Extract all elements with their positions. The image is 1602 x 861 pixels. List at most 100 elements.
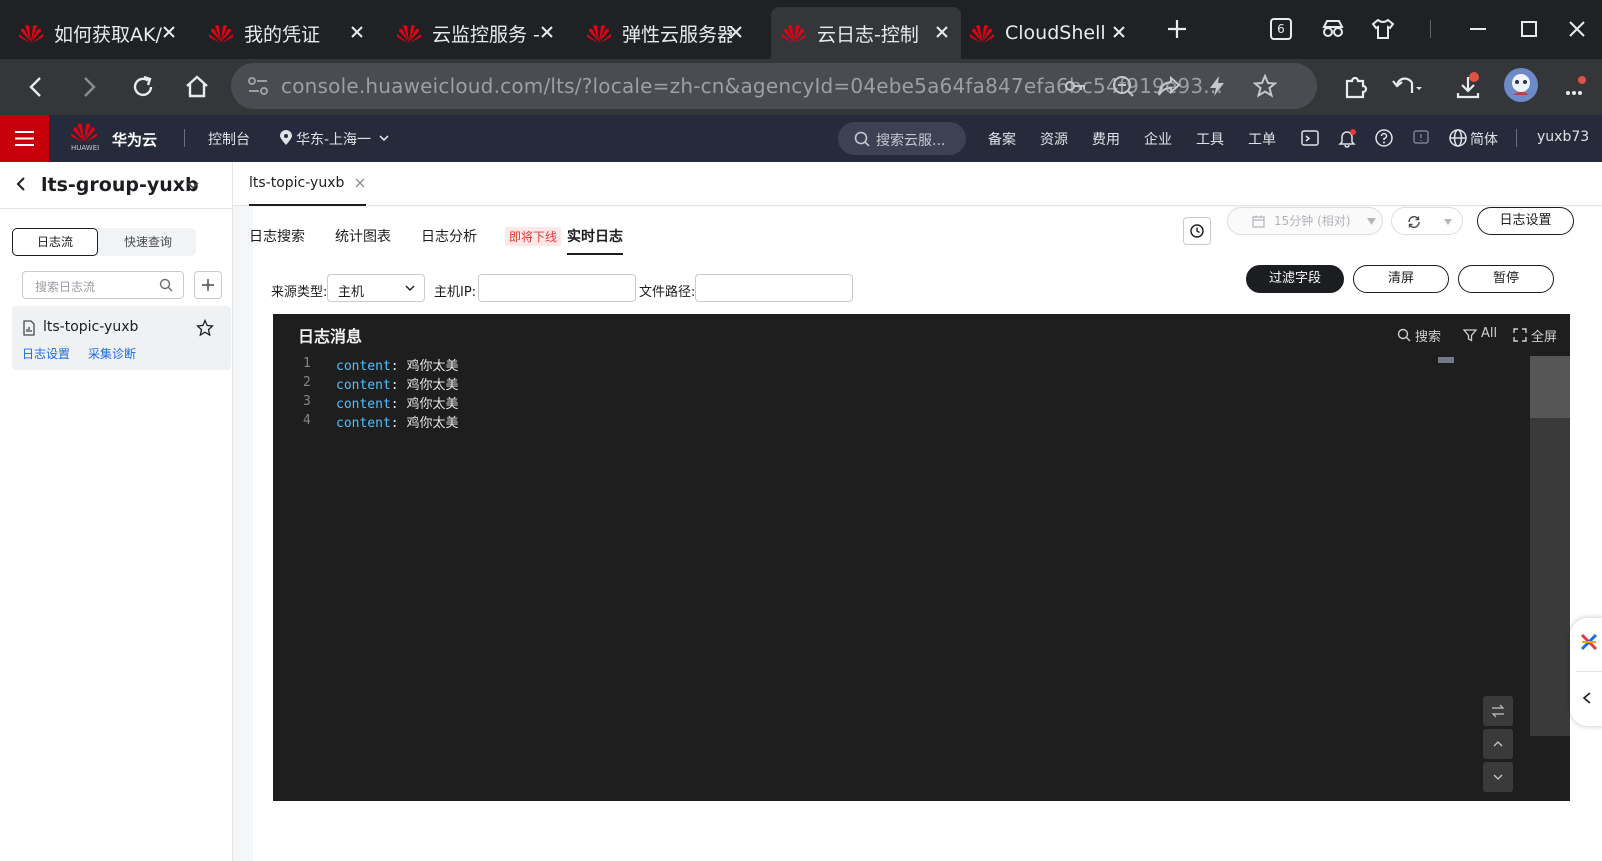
log-scrollbar[interactable]	[1530, 356, 1570, 736]
browser-tab-ecs[interactable]: 弹性云服务器	[568, 7, 757, 59]
back-chevron-icon[interactable]	[14, 174, 28, 194]
language-selector[interactable]: 简体	[1470, 129, 1498, 149]
log-search-action[interactable]: 搜索	[1415, 326, 1441, 345]
log-stream-search-input[interactable]: 搜索日志流	[22, 271, 184, 299]
brand-name[interactable]: 华为云	[112, 129, 157, 150]
console-search[interactable]: 搜索云服...	[838, 122, 966, 155]
browser-tab-cloudshell[interactable]: CloudShell	[961, 7, 1136, 59]
log-stream-item[interactable]: lts-topic-yuxb 日志设置 采集诊断	[12, 306, 231, 370]
username[interactable]: yuxb73	[1537, 129, 1589, 145]
tab-log-analysis[interactable]: 日志分析	[421, 226, 477, 246]
log-settings-link[interactable]: 日志设置	[22, 345, 70, 362]
assistant-logo-icon[interactable]	[1579, 632, 1599, 652]
console-link[interactable]: 控制台	[208, 129, 250, 149]
chevron-down-icon[interactable]	[378, 133, 390, 143]
new-tab-plus-icon[interactable]	[1164, 16, 1190, 42]
close-window-icon[interactable]	[1564, 16, 1590, 42]
browser-tab-ak[interactable]: 如何获取AK/	[0, 7, 190, 59]
wrap-toggle-button[interactable]	[1483, 696, 1513, 726]
browser-tab-credentials[interactable]: 我的凭证	[190, 7, 378, 59]
nav-resources[interactable]: 资源	[1040, 129, 1068, 149]
scroll-bottom-button[interactable]	[1483, 762, 1513, 792]
close-icon[interactable]	[725, 21, 747, 43]
incognito-glasses-icon[interactable]	[1320, 16, 1346, 42]
log-fullscreen-action[interactable]: 全屏	[1531, 326, 1557, 345]
minimize-window-icon[interactable]	[1465, 16, 1491, 42]
history-button[interactable]	[1183, 217, 1211, 245]
floating-assistant-widget[interactable]	[1570, 618, 1602, 726]
segment-quick-query[interactable]: 快速查询	[100, 228, 196, 256]
lightning-icon[interactable]	[1205, 74, 1229, 98]
terminal-icon[interactable]	[1300, 128, 1320, 148]
log-settings-button[interactable]: 日志设置	[1477, 207, 1574, 235]
more-menu-icon[interactable]	[1558, 71, 1590, 103]
avatar[interactable]	[1503, 67, 1539, 103]
pause-button[interactable]: 暂停	[1458, 265, 1554, 293]
home-icon[interactable]	[181, 71, 213, 103]
tab-count-badge[interactable]: 6	[1270, 18, 1292, 40]
key-icon[interactable]	[1063, 74, 1087, 98]
fullscreen-icon[interactable]	[1513, 328, 1527, 342]
feedback-icon[interactable]	[1411, 128, 1431, 148]
maximize-window-icon[interactable]	[1516, 16, 1542, 42]
address-bar[interactable]: console.huaweicloud.com/lts/?locale=zh-c…	[231, 63, 1317, 109]
collection-diagnosis-link[interactable]: 采集诊断	[88, 345, 136, 362]
add-log-stream-button[interactable]	[194, 271, 222, 299]
filter-fields-button[interactable]: 过滤字段	[1246, 265, 1344, 293]
tab-statistics-charts[interactable]: 统计图表	[335, 226, 391, 246]
nav-tickets[interactable]: 工单	[1248, 129, 1276, 149]
close-icon[interactable]	[354, 177, 366, 189]
share-icon[interactable]	[1157, 74, 1181, 98]
browser-tab-strip: 如何获取AK/ 我的凭证 云监控服务 - 弹性云服务器 云日志-控制 Cloud…	[0, 0, 1602, 59]
chevron-left-icon[interactable]	[1580, 690, 1594, 706]
help-icon[interactable]	[1374, 128, 1394, 148]
region-selector[interactable]: 华东-上海一	[296, 129, 371, 149]
zoom-out-icon[interactable]	[1111, 74, 1135, 98]
close-icon[interactable]	[346, 21, 368, 43]
browser-tab-lts[interactable]: 云日志-控制	[771, 7, 961, 59]
tab-realtime-logs[interactable]: 实时日志	[567, 226, 623, 255]
download-icon[interactable]	[1452, 71, 1484, 103]
nav-filing[interactable]: 备案	[988, 129, 1016, 149]
site-settings-icon[interactable]	[247, 76, 269, 96]
extensions-icon[interactable]	[1340, 71, 1372, 103]
close-icon[interactable]	[1108, 21, 1130, 43]
chevron-down-icon[interactable]	[186, 180, 200, 192]
page-tab-lts-topic[interactable]: lts-topic-yuxb	[249, 162, 367, 206]
scroll-thumb[interactable]	[1530, 356, 1570, 418]
chevron-down-icon	[1493, 774, 1503, 780]
shirt-theme-icon[interactable]	[1370, 16, 1396, 42]
log-stream-name[interactable]: lts-topic-yuxb	[43, 319, 138, 335]
scroll-top-button[interactable]	[1483, 729, 1513, 759]
clear-screen-button[interactable]: 清屏	[1353, 265, 1449, 293]
close-icon[interactable]	[536, 21, 558, 43]
close-icon[interactable]	[931, 21, 953, 43]
host-ip-input[interactable]	[478, 274, 636, 302]
log-filter-all[interactable]: All	[1481, 326, 1497, 341]
clock-history-icon	[1190, 224, 1204, 238]
menu-button[interactable]	[0, 115, 49, 162]
reload-icon[interactable]	[127, 71, 159, 103]
back-arrow-icon[interactable]	[20, 71, 52, 103]
nav-tools[interactable]: 工具	[1196, 129, 1224, 149]
globe-icon[interactable]	[1448, 128, 1468, 148]
nav-enterprise[interactable]: 企业	[1144, 129, 1172, 149]
log-line: content: 鸡你太美	[336, 416, 459, 431]
nav-billing[interactable]: 费用	[1092, 129, 1120, 149]
favorite-star-icon[interactable]	[196, 319, 214, 337]
notification-bell-icon[interactable]	[1337, 128, 1357, 148]
bookmark-star-icon[interactable]	[1253, 74, 1277, 98]
browser-tab-cloud-monitor[interactable]: 云监控服务 -	[378, 7, 568, 59]
forward-arrow-icon[interactable]	[73, 71, 105, 103]
search-icon[interactable]	[1397, 328, 1411, 342]
undo-dropdown-icon[interactable]	[1392, 71, 1424, 103]
search-icon[interactable]	[159, 278, 173, 292]
segment-log-stream[interactable]: 日志流	[12, 228, 98, 256]
source-type-select[interactable]: 主机	[327, 274, 425, 302]
file-path-input[interactable]	[695, 274, 853, 302]
tab-log-search[interactable]: 日志搜索	[249, 226, 305, 246]
time-range-picker[interactable]: 15分钟 (相对)	[1227, 207, 1383, 235]
filter-icon[interactable]	[1463, 328, 1477, 342]
close-icon[interactable]	[158, 21, 180, 43]
refresh-button[interactable]	[1391, 207, 1463, 235]
